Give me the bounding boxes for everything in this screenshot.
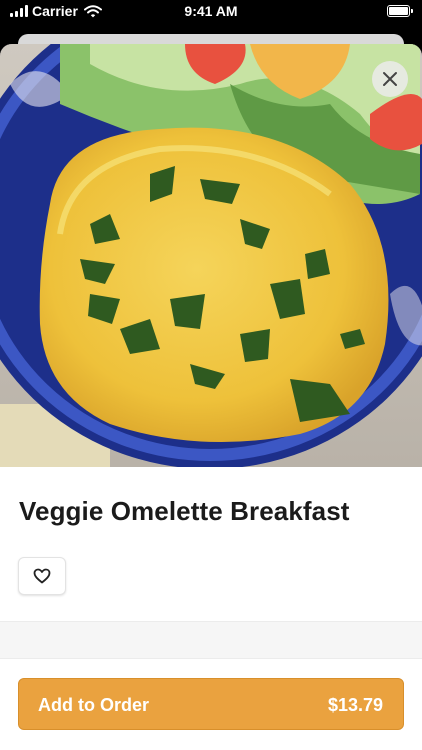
close-icon xyxy=(383,72,397,86)
add-to-order-button[interactable]: Add to Order $13.79 xyxy=(18,678,404,730)
add-to-order-label: Add to Order xyxy=(38,695,149,715)
item-photo xyxy=(0,44,422,467)
omelette-image xyxy=(0,44,422,467)
close-button[interactable] xyxy=(372,61,408,97)
status-bar: Carrier 9:41 AM xyxy=(0,0,422,24)
favorite-button[interactable] xyxy=(18,557,66,595)
heart-icon xyxy=(33,568,51,584)
item-price: $13.79 xyxy=(327,695,383,715)
status-time: 9:41 AM xyxy=(184,3,238,19)
item-detail-sheet: Veggie Omelette Breakfast Add to Order $… xyxy=(0,44,422,750)
battery-icon xyxy=(387,5,413,17)
item-title: Veggie Omelette Breakfast xyxy=(19,496,350,526)
section-divider xyxy=(0,621,422,659)
